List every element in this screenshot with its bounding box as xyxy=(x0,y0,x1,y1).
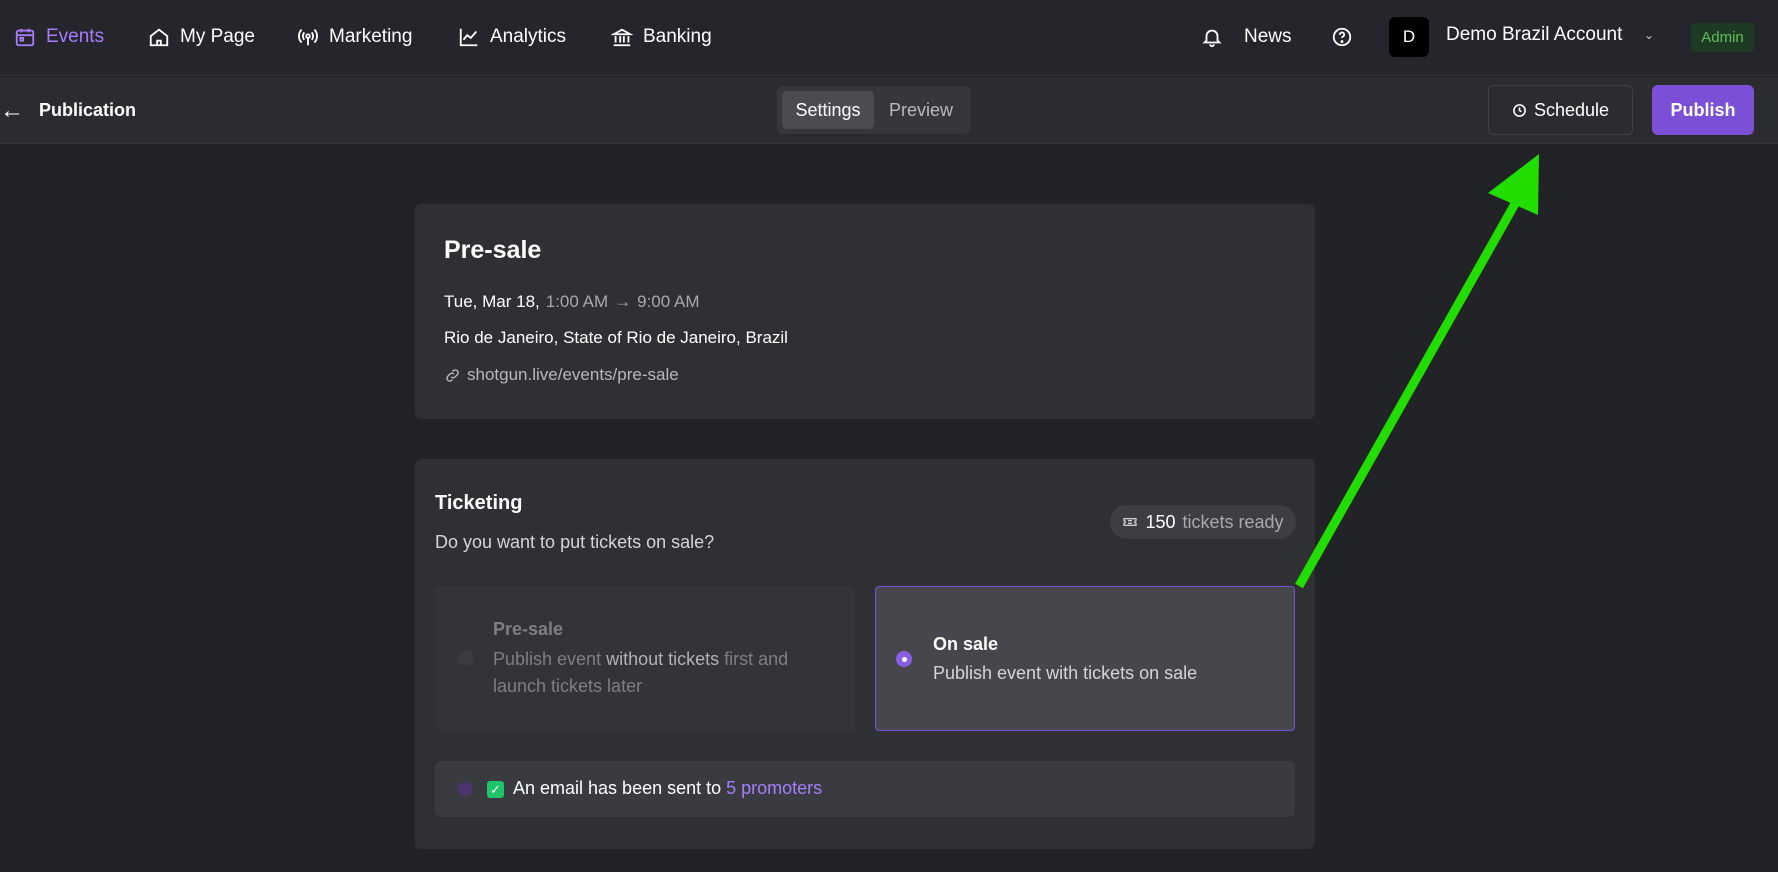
option-pre-sale-desc: Publish event without tickets first and … xyxy=(493,646,823,700)
nav-my-page[interactable]: My Page xyxy=(148,22,255,52)
nav-marketing-label: Marketing xyxy=(329,26,413,47)
nav-analytics[interactable]: Analytics xyxy=(458,22,566,52)
nav-marketing[interactable]: Marketing xyxy=(297,22,412,52)
event-summary-card: Pre-sale Tue, Mar 18, 1:00 AM → 9:00 AM … xyxy=(415,204,1315,419)
nav-my-page-label: My Page xyxy=(180,26,255,47)
event-name: Pre-sale xyxy=(444,236,542,264)
desc-part: Publish event xyxy=(493,649,607,669)
calendar-icon xyxy=(15,28,35,47)
ticketing-card: Ticketing Do you want to put tickets on … xyxy=(415,459,1315,849)
account-avatar[interactable]: D xyxy=(1389,17,1429,57)
account-name[interactable]: Demo Brazil Account xyxy=(1446,24,1622,46)
page-title: Publication xyxy=(39,100,137,120)
event-time-start: 1:00 AM xyxy=(545,292,609,311)
arrow-right-icon: → xyxy=(614,292,632,311)
publication-header: ← Publication Settings Preview Schedule … xyxy=(0,77,1778,144)
event-day: Tue, Mar 18, xyxy=(444,292,540,311)
option-pre-sale-title: Pre-sale xyxy=(493,619,564,639)
bank-icon xyxy=(611,28,633,47)
desc-bold: without tickets xyxy=(606,649,720,669)
chevron-down-icon[interactable]: ⌄ xyxy=(1644,28,1654,42)
promoters-link[interactable]: 5 promoters xyxy=(726,778,822,798)
nav-banking-label: Banking xyxy=(643,26,712,47)
option-on-sale[interactable]: On sale Publish event with tickets on sa… xyxy=(875,586,1295,731)
tickets-ready-badge: 150 tickets ready xyxy=(1110,505,1296,539)
event-link-text: shotgun.live/events/pre-sale xyxy=(467,365,679,384)
back-arrow-icon[interactable]: ← xyxy=(0,97,24,125)
tab-preview[interactable]: Preview xyxy=(877,91,965,129)
news-label: News xyxy=(1244,26,1292,47)
event-location: Rio de Janeiro, State of Rio de Janeiro,… xyxy=(444,328,788,347)
admin-badge: Admin xyxy=(1691,23,1754,52)
tickets-ready-count: 150 xyxy=(1145,511,1176,532)
clock-icon xyxy=(1513,103,1526,117)
event-date: Tue, Mar 18, 1:00 AM → 9:00 AM xyxy=(444,292,700,312)
home-icon xyxy=(149,28,169,47)
broadcast-icon xyxy=(298,29,318,46)
nav-analytics-label: Analytics xyxy=(490,26,567,47)
ticketing-title: Ticketing xyxy=(435,492,523,514)
chart-line-icon xyxy=(459,28,478,47)
email-notice-text: An email has been sent to 5 promoters xyxy=(513,778,822,799)
radio-pre-sale[interactable] xyxy=(458,650,474,666)
nav-events-label: Events xyxy=(46,26,105,47)
nav-events[interactable]: Events xyxy=(14,22,104,52)
publish-button[interactable]: Publish xyxy=(1652,85,1754,135)
option-on-sale-desc: Publish event with tickets on sale xyxy=(933,663,1198,683)
ticketing-question: Do you want to put tickets on sale? xyxy=(435,532,715,552)
top-navigation: Events My Page Marketing Analytics Banki… xyxy=(0,0,1778,76)
help-icon[interactable] xyxy=(1331,22,1353,52)
radio-on-sale[interactable] xyxy=(896,651,912,667)
news-bell-icon[interactable] xyxy=(1201,22,1223,52)
tab-settings[interactable]: Settings xyxy=(782,91,874,129)
nav-banking[interactable]: Banking xyxy=(611,22,712,52)
status-dot xyxy=(458,782,472,796)
schedule-label: Schedule xyxy=(1533,99,1610,120)
email-prefix: An email has been sent to xyxy=(513,778,727,798)
option-pre-sale[interactable]: Pre-sale Publish event without tickets f… xyxy=(435,586,855,731)
tickets-ready-suffix: tickets ready xyxy=(1182,511,1284,532)
news-link[interactable]: News xyxy=(1244,22,1292,52)
link-icon xyxy=(446,368,459,382)
email-notice: ✓ An email has been sent to 5 promoters xyxy=(435,761,1295,817)
option-on-sale-title: On sale xyxy=(933,634,999,654)
view-switcher: Settings Preview xyxy=(777,86,971,134)
event-time-end: 9:00 AM xyxy=(637,292,700,311)
event-link[interactable]: shotgun.live/events/pre-sale xyxy=(444,365,679,385)
ticket-icon xyxy=(1123,518,1138,526)
check-icon: ✓ xyxy=(487,781,504,798)
schedule-button[interactable]: Schedule xyxy=(1488,85,1633,135)
